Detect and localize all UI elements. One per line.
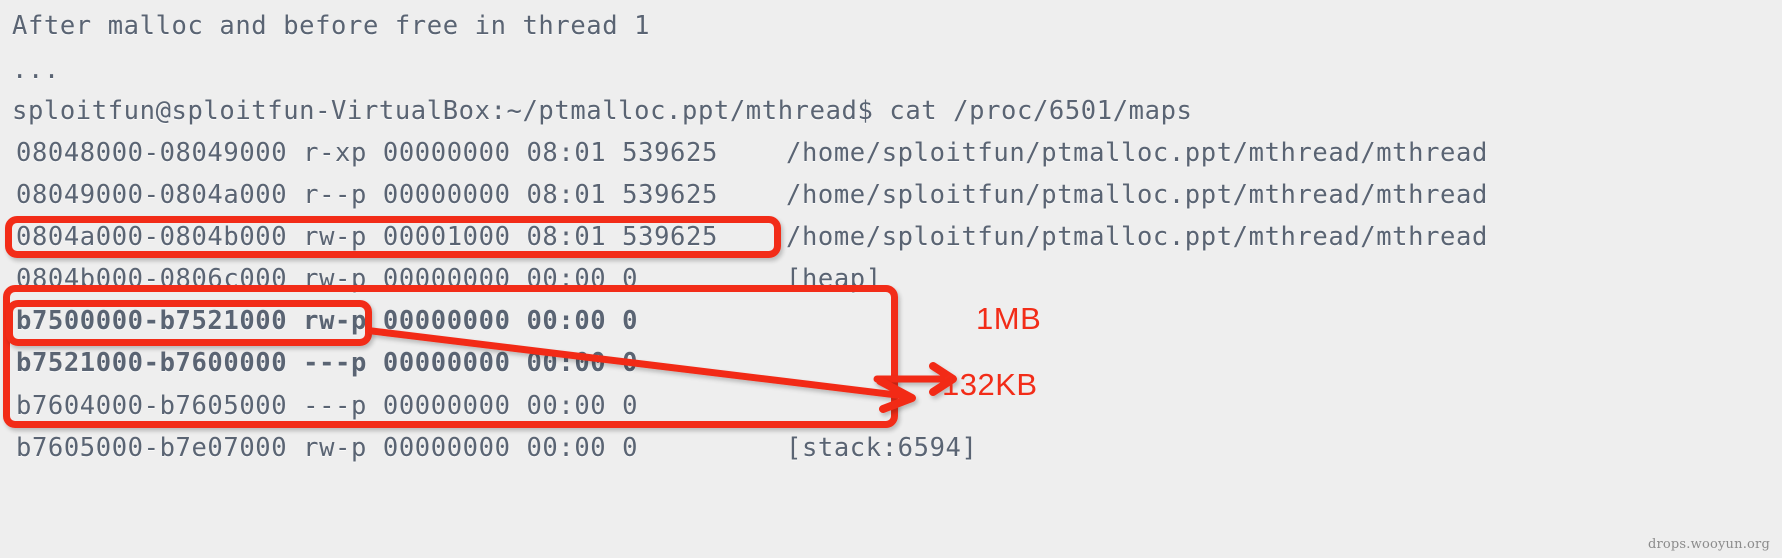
map-row-path-7: [stack:6594] bbox=[786, 433, 978, 463]
highlight-box-heap-segment bbox=[6, 300, 372, 346]
terminal-ellipsis-line: ... bbox=[12, 55, 60, 85]
highlight-box-bss-row bbox=[5, 216, 781, 258]
terminal-prompt-line: sploitfun@sploitfun-VirtualBox:~/ptmallo… bbox=[12, 96, 1193, 126]
map-row-path-0: /home/sploitfun/ptmalloc.ppt/mthread/mth… bbox=[786, 138, 1488, 168]
map-row-mapping-7: b7605000-b7e07000 rw-p 00000000 00:00 0 bbox=[16, 433, 639, 463]
map-row-path-2: /home/sploitfun/ptmalloc.ppt/mthread/mth… bbox=[786, 222, 1488, 252]
map-row-mapping-0: 08048000-08049000 r-xp 00000000 08:01 53… bbox=[16, 138, 718, 168]
label-132kb: 132KB bbox=[942, 367, 1038, 402]
label-1mb: 1MB bbox=[976, 301, 1042, 336]
terminal-header-line: After malloc and before free in thread 1 bbox=[12, 11, 651, 41]
map-row-mapping-1: 08049000-0804a000 r--p 00000000 08:01 53… bbox=[16, 180, 718, 210]
map-row-path-1: /home/sploitfun/ptmalloc.ppt/mthread/mth… bbox=[786, 180, 1488, 210]
slide-canvas: After malloc and before free in thread 1… bbox=[0, 0, 1782, 558]
watermark: drops.wooyun.org bbox=[1647, 537, 1770, 552]
